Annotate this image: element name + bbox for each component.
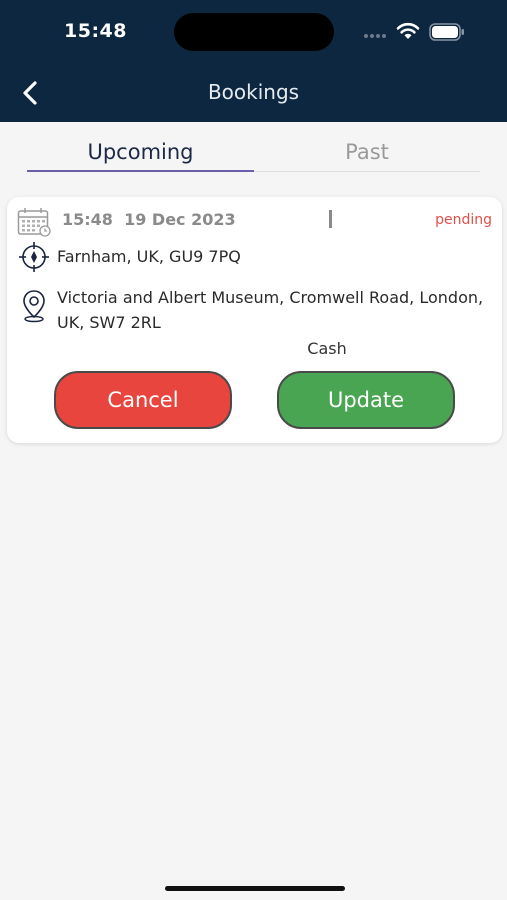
dynamic-island bbox=[174, 13, 334, 51]
tab-upcoming[interactable]: Upcoming bbox=[27, 140, 254, 172]
dropoff-address: Victoria and Albert Museum, Cromwell Roa… bbox=[57, 288, 484, 332]
wifi-icon bbox=[396, 22, 420, 39]
location-pin-icon bbox=[23, 290, 45, 323]
status-badge: pending bbox=[435, 212, 492, 228]
tab-divider bbox=[254, 171, 480, 172]
separator bbox=[329, 210, 332, 228]
tab-past[interactable]: Past bbox=[254, 140, 480, 172]
home-indicator[interactable] bbox=[165, 886, 345, 891]
update-button[interactable]: Update bbox=[277, 371, 455, 429]
battery-icon bbox=[429, 23, 464, 41]
booking-tabs: Upcoming Past bbox=[27, 140, 480, 172]
booking-card: 15:48 19 Dec 2023 pending Farnham, UK, G… bbox=[7, 197, 502, 443]
crosshair-icon bbox=[19, 242, 49, 272]
signal-icon bbox=[364, 34, 388, 38]
pickup-address: Farnham, UK, GU9 7PQ bbox=[57, 247, 241, 266]
payment-method: Cash bbox=[307, 339, 347, 358]
booking-time: 15:48 bbox=[62, 210, 113, 229]
cancel-button[interactable]: Cancel bbox=[54, 371, 232, 429]
page-title: Bookings bbox=[207, 80, 300, 104]
booking-datetime: 15:48 19 Dec 2023 bbox=[62, 210, 236, 229]
status-time: 15:48 bbox=[64, 20, 127, 42]
booking-date: 19 Dec 2023 bbox=[124, 210, 236, 229]
active-tab-indicator bbox=[27, 170, 254, 172]
calendar-icon bbox=[17, 208, 51, 237]
top-bar: 15:48 Bookings bbox=[0, 0, 507, 122]
